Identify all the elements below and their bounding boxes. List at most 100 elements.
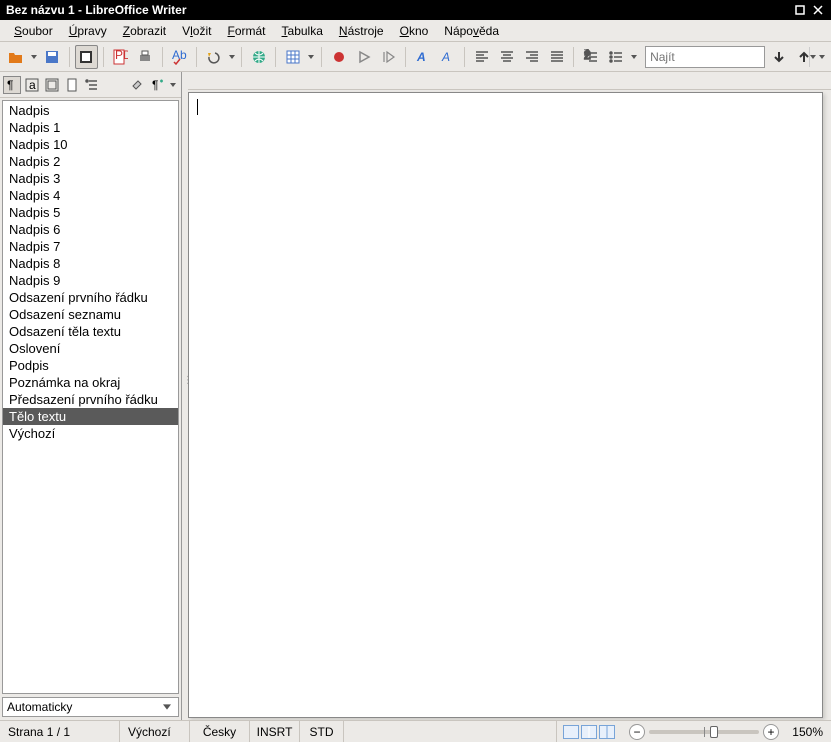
multi-page-view-icon[interactable] (581, 725, 597, 739)
window-close-icon[interactable] (811, 3, 825, 17)
new-style-icon[interactable]: ¶ (148, 76, 166, 94)
menu-soubor[interactable]: Soubor (6, 22, 61, 40)
book-view-icon[interactable] (599, 725, 615, 739)
align-center-button[interactable] (495, 45, 518, 69)
editor-area (188, 72, 831, 720)
align-right-button[interactable] (520, 45, 543, 69)
status-selection-mode[interactable]: STD (300, 721, 344, 742)
numbered-list-button[interactable]: 12 (579, 45, 602, 69)
bullet-list-button[interactable] (604, 45, 627, 69)
style-item[interactable]: Nadpis 6 (3, 221, 178, 238)
text-cursor (197, 99, 198, 115)
frame-styles-icon[interactable] (43, 76, 61, 94)
menu-zobrazit[interactable]: Zobrazit (115, 22, 174, 40)
open-dropdown[interactable] (29, 54, 39, 60)
font-color-button[interactable]: A (411, 45, 434, 69)
window-title: Bez názvu 1 - LibreOffice Writer (6, 3, 187, 17)
svg-text:A: A (416, 50, 426, 64)
status-language[interactable]: Česky (190, 721, 250, 742)
style-item[interactable]: Nadpis 5 (3, 204, 178, 221)
export-pdf-button[interactable]: PDF (109, 45, 132, 69)
style-item[interactable]: Nadpis 9 (3, 272, 178, 289)
style-item[interactable]: Nadpis 1 (3, 119, 178, 136)
document-page[interactable] (188, 92, 823, 718)
svg-text:PDF: PDF (115, 49, 128, 62)
view-layout-buttons (557, 725, 621, 739)
menu-upravy[interactable]: Úpravy (61, 22, 115, 40)
style-item[interactable]: Nadpis 10 (3, 136, 178, 153)
open-button[interactable] (4, 45, 27, 69)
horizontal-ruler[interactable] (188, 72, 831, 90)
zoom-value[interactable]: 150% (787, 725, 831, 739)
table-dropdown[interactable] (306, 54, 316, 60)
svg-text:¶: ¶ (152, 78, 158, 92)
find-next-button[interactable] (767, 45, 790, 69)
find-prev-button[interactable] (792, 45, 815, 69)
spellcheck-button[interactable]: Abç (168, 45, 191, 69)
style-item[interactable]: Oslovení (3, 340, 178, 357)
title-bar: Bez názvu 1 - LibreOffice Writer (0, 0, 831, 20)
svg-text:¶: ¶ (7, 78, 13, 92)
svg-text:2: 2 (584, 49, 591, 62)
style-item[interactable]: Nadpis 2 (3, 153, 178, 170)
zoom-slider[interactable] (649, 730, 759, 734)
character-styles-icon[interactable]: a (23, 76, 41, 94)
status-bar: Strana 1 / 1 Výchozí Česky INSRT STD − +… (0, 720, 831, 742)
zoom-in-button[interactable]: + (763, 724, 779, 740)
undo-dropdown[interactable] (227, 54, 237, 60)
style-item[interactable]: Nadpis 4 (3, 187, 178, 204)
stop-macro-button[interactable] (377, 45, 400, 69)
style-item[interactable]: Předsazení prvního řádku (3, 391, 178, 408)
style-item[interactable]: Nadpis 3 (3, 170, 178, 187)
align-left-button[interactable] (470, 45, 493, 69)
status-page[interactable]: Strana 1 / 1 (0, 721, 120, 742)
style-item[interactable]: Nadpis 8 (3, 255, 178, 272)
style-item[interactable]: Podpis (3, 357, 178, 374)
table-button[interactable] (281, 45, 304, 69)
record-macro-button[interactable] (327, 45, 350, 69)
play-macro-button[interactable] (352, 45, 375, 69)
toolbar-standard: PDF Abç A A 12 (0, 42, 831, 72)
paragraph-styles-icon[interactable]: ¶ (3, 76, 21, 94)
menu-format[interactable]: Formát (219, 22, 273, 40)
status-page-style[interactable]: Výchozí (120, 721, 190, 742)
menu-tabulka[interactable]: Tabulka (274, 22, 331, 40)
menu-nastroje[interactable]: Nástroje (331, 22, 392, 40)
style-item[interactable]: Nadpis 7 (3, 238, 178, 255)
style-item[interactable]: Odsazení seznamu (3, 306, 178, 323)
style-item[interactable]: Odsazení prvního řádku (3, 289, 178, 306)
zoom-thumb[interactable] (710, 726, 718, 738)
single-page-view-icon[interactable] (563, 725, 579, 739)
menu-napoveda[interactable]: Nápověda (436, 22, 507, 40)
edit-mode-button[interactable] (75, 45, 98, 69)
style-item[interactable]: Tělo textu (3, 408, 178, 425)
menu-okno[interactable]: Okno (392, 22, 437, 40)
list-styles-icon[interactable] (83, 76, 101, 94)
toolbar-overflow[interactable] (630, 54, 640, 60)
page-styles-icon[interactable] (63, 76, 81, 94)
styles-category-toolbar: ¶ a ¶ (0, 72, 181, 98)
menu-vlozit[interactable]: Vložit (174, 22, 219, 40)
align-justify-button[interactable] (545, 45, 568, 69)
zoom-out-button[interactable]: − (629, 724, 645, 740)
styles-filter-combo[interactable]: Automaticky (0, 696, 181, 720)
styles-list[interactable]: NadpisNadpis 1Nadpis 10Nadpis 2Nadpis 3N… (2, 100, 179, 694)
find-toolbar (645, 46, 765, 68)
status-spacer (344, 721, 557, 742)
style-item[interactable]: Nadpis (3, 102, 178, 119)
toolbar-end-overflow[interactable] (817, 54, 827, 60)
status-insert-mode[interactable]: INSRT (250, 721, 300, 742)
highlight-button[interactable]: A (436, 45, 459, 69)
style-item[interactable]: Poznámka na okraj (3, 374, 178, 391)
hyperlink-button[interactable] (247, 45, 270, 69)
fill-format-icon[interactable] (128, 76, 146, 94)
save-button[interactable] (41, 45, 64, 69)
new-style-dropdown[interactable] (168, 82, 178, 88)
style-item[interactable]: Odsazení těla textu (3, 323, 178, 340)
window-maximize-icon[interactable] (793, 3, 807, 17)
undo-button[interactable] (202, 45, 225, 69)
menu-bar: Soubor Úpravy Zobrazit Vložit Formát Tab… (0, 20, 831, 42)
style-item[interactable]: Výchozí (3, 425, 178, 442)
print-button[interactable] (134, 45, 157, 69)
styles-filter-dropdown-icon[interactable] (160, 703, 174, 711)
